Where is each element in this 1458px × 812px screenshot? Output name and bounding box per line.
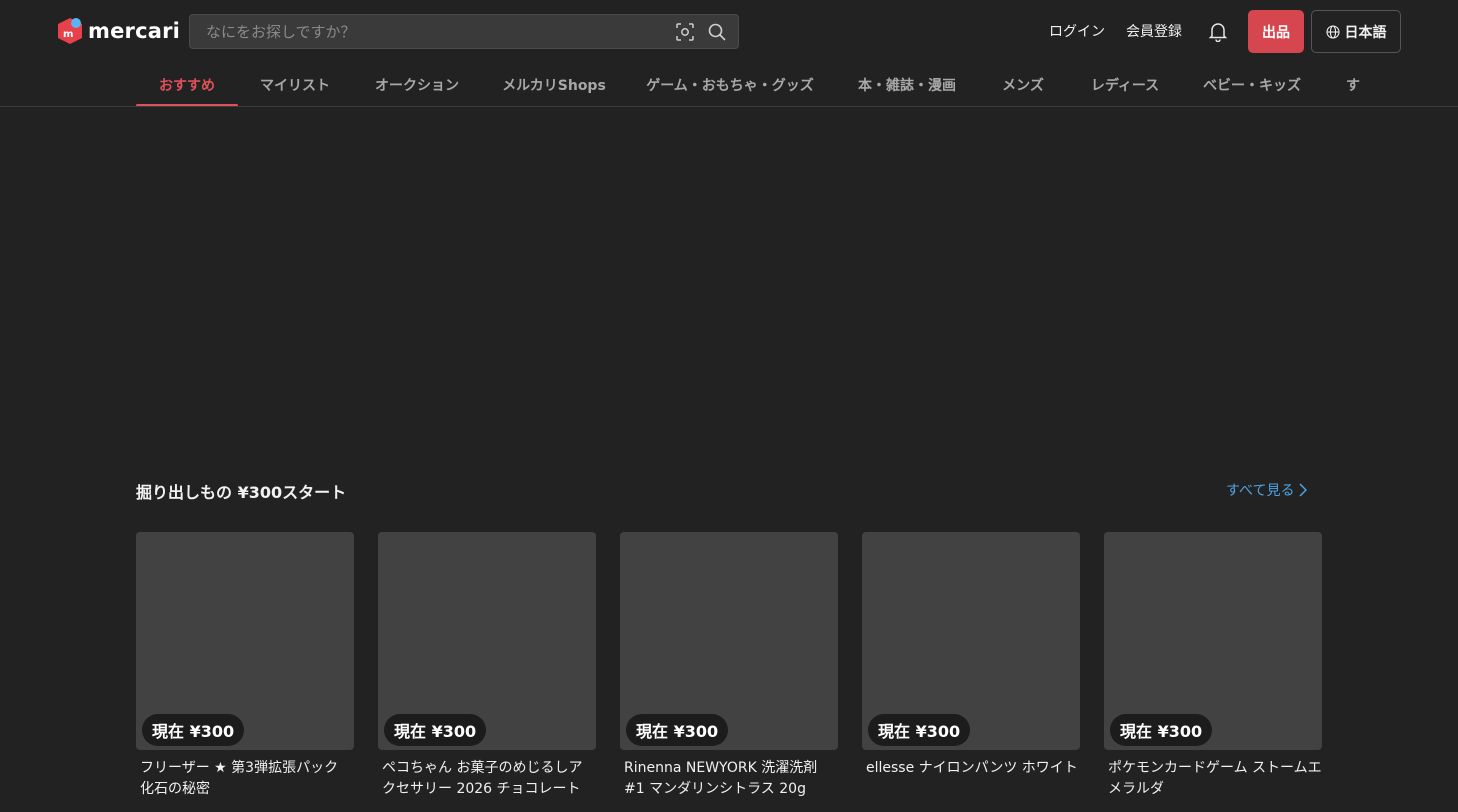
mercari-logo[interactable]: m mercari [56, 16, 180, 46]
tab-books[interactable]: 本・雑誌・漫画 [846, 62, 968, 106]
item-name[interactable]: ポケモンカードゲーム ストームエメラルダ [1104, 758, 1322, 800]
item-thumbnail[interactable]: 現在 ¥300 [620, 532, 838, 750]
see-all-label: すべて見る [1226, 483, 1295, 499]
section-title: 掘り出しもの ¥300スタート [136, 483, 347, 502]
price-badge: 現在 ¥300 [868, 714, 971, 746]
item-card[interactable]: 現在 ¥300 フリーザー ★ 第3弾拡張パック 化石の秘密 [136, 532, 354, 800]
tab-ladies[interactable]: レディース [1078, 62, 1172, 106]
tab-recommended[interactable]: おすすめ [136, 62, 238, 106]
tab-mylist[interactable]: マイリスト [248, 62, 342, 106]
item-card[interactable]: 現在 ¥300 ポケモンカードゲーム ストームエメラルダ [1104, 532, 1322, 800]
mercari-logo-icon: m [58, 18, 82, 44]
signup-link[interactable]: 会員登録 [1126, 21, 1182, 41]
item-card[interactable]: 現在 ¥300 Rinenna NEWYORK 洗濯洗剤 #1 マンダリンシトラ… [620, 532, 838, 800]
svg-text:m: m [63, 29, 73, 40]
item-name[interactable]: ペコちゃん お菓子のめじるしアクセサリー 2026 チョコレート [378, 758, 596, 800]
item-thumbnail[interactable]: 現在 ¥300 [1104, 532, 1322, 750]
language-label: 日本語 [1344, 24, 1387, 41]
price-badge: 現在 ¥300 [626, 714, 729, 746]
logo-text: mercari [88, 19, 181, 43]
camera-scan-icon[interactable] [674, 21, 696, 43]
tab-mens[interactable]: メンズ [990, 62, 1056, 106]
header: m mercari ログイン 会員登録 出品 日本語 [0, 0, 1458, 62]
item-card[interactable]: 現在 ¥300 ペコちゃん お菓子のめじるしアクセサリー 2026 チョコレート [378, 532, 596, 800]
search-bar[interactable] [189, 14, 739, 49]
price-badge: 現在 ¥300 [142, 714, 245, 746]
chevron-right-icon [1299, 483, 1308, 497]
search-icon[interactable] [706, 21, 728, 43]
item-thumbnail[interactable]: 現在 ¥300 [862, 532, 1080, 750]
see-all-link[interactable]: すべて見る [1226, 480, 1308, 500]
language-button[interactable]: 日本語 [1311, 10, 1401, 53]
item-name[interactable]: フリーザー ★ 第3弾拡張パック 化石の秘密 [136, 758, 354, 800]
search-input[interactable] [190, 15, 674, 48]
category-tabs: おすすめ マイリスト オークション メルカリShops ゲーム・おもちゃ・グッズ… [0, 62, 1458, 107]
item-thumbnail[interactable]: 現在 ¥300 [378, 532, 596, 750]
sell-button[interactable]: 出品 [1248, 10, 1304, 53]
price-badge: 現在 ¥300 [1110, 714, 1213, 746]
tab-games-toys[interactable]: ゲーム・おもちゃ・グッズ [636, 62, 824, 106]
tab-more[interactable]: す [1340, 62, 1366, 106]
tab-mercari-shops[interactable]: メルカリShops [492, 62, 616, 106]
login-link[interactable]: ログイン [1049, 21, 1105, 41]
item-thumbnail[interactable]: 現在 ¥300 [136, 532, 354, 750]
price-badge: 現在 ¥300 [384, 714, 487, 746]
tab-auction[interactable]: オークション [360, 62, 474, 106]
globe-icon [1325, 24, 1340, 39]
bell-icon[interactable] [1207, 20, 1229, 43]
item-name[interactable]: Rinenna NEWYORK 洗濯洗剤 #1 マンダリンシトラス 20g [620, 758, 838, 800]
tab-baby-kids[interactable]: ベビー・キッズ [1192, 62, 1312, 106]
item-card[interactable]: 現在 ¥300 ellesse ナイロンパンツ ホワイト [862, 532, 1080, 800]
item-name[interactable]: ellesse ナイロンパンツ ホワイト [862, 758, 1080, 800]
